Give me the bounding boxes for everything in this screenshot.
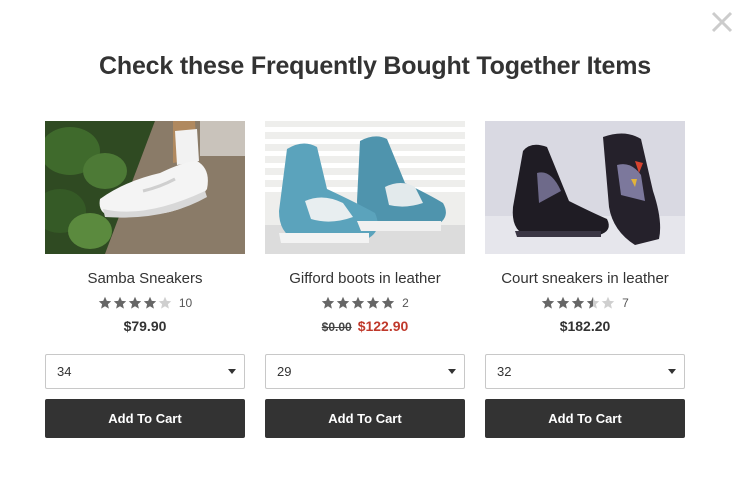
star-filled-icon	[556, 296, 570, 309]
original-price: $0.00	[321, 320, 352, 334]
product-price: $182.20	[559, 318, 611, 334]
size-select-value: 32	[497, 364, 512, 379]
star-filled-icon	[128, 296, 142, 309]
star-empty-icon	[601, 296, 615, 309]
star-rating	[541, 296, 615, 310]
product-rating: 2	[321, 296, 409, 310]
star-filled-icon	[366, 296, 380, 309]
product-name[interactable]: Court sneakers in leather	[501, 270, 669, 288]
star-filled-icon	[336, 296, 350, 309]
star-filled-icon	[143, 296, 157, 309]
star-filled-icon	[541, 296, 555, 309]
star-filled-icon	[321, 296, 335, 309]
star-filled-icon	[98, 296, 112, 309]
price-block: $79.90	[124, 318, 167, 336]
product-price: $122.90	[357, 318, 409, 334]
star-rating	[321, 296, 395, 310]
product-name[interactable]: Samba Sneakers	[87, 270, 202, 288]
star-half-icon	[586, 296, 600, 309]
size-select-value: 34	[57, 364, 72, 379]
size-select[interactable]: 29	[265, 354, 465, 389]
product-price: $79.90	[123, 318, 167, 334]
size-select[interactable]: 32	[485, 354, 685, 389]
product-list: Samba Sneakers 10 $79.90 34 Add To Cart	[45, 121, 685, 438]
product-image[interactable]	[265, 121, 465, 254]
caret-down-icon	[448, 369, 456, 374]
size-select-value: 29	[277, 364, 292, 379]
rating-count: 2	[402, 296, 409, 310]
product-card: Court sneakers in leather 7 $182.20 32 A…	[485, 121, 685, 438]
caret-down-icon	[668, 369, 676, 374]
product-image[interactable]	[485, 121, 685, 254]
add-to-cart-button[interactable]: Add To Cart	[265, 399, 465, 438]
star-filled-icon	[571, 296, 585, 309]
close-icon	[711, 11, 733, 33]
product-image[interactable]	[45, 121, 245, 254]
price-block: $182.20	[560, 318, 611, 336]
rating-count: 7	[622, 296, 629, 310]
product-name[interactable]: Gifford boots in leather	[289, 270, 440, 288]
black-hightop-photo	[485, 121, 685, 254]
add-to-cart-button[interactable]: Add To Cart	[485, 399, 685, 438]
price-block: $0.00 $122.90	[322, 318, 409, 336]
modal-title: Check these Frequently Bought Together I…	[99, 52, 651, 80]
size-select[interactable]: 34	[45, 354, 245, 389]
add-to-cart-button[interactable]: Add To Cart	[45, 399, 245, 438]
star-filled-icon	[351, 296, 365, 309]
star-rating	[98, 296, 172, 310]
star-filled-icon	[113, 296, 127, 309]
close-button[interactable]	[708, 8, 736, 36]
product-card: Samba Sneakers 10 $79.90 34 Add To Cart	[45, 121, 245, 438]
white-sneaker-photo	[45, 121, 245, 254]
product-card: Gifford boots in leather 2 $0.00 $122.90 …	[265, 121, 465, 438]
product-rating: 7	[541, 296, 629, 310]
star-empty-icon	[158, 296, 172, 309]
caret-down-icon	[228, 369, 236, 374]
rating-count: 10	[178, 296, 193, 310]
teal-hightop-photo	[265, 121, 465, 254]
star-filled-icon	[381, 296, 395, 309]
product-rating: 10	[98, 296, 192, 310]
